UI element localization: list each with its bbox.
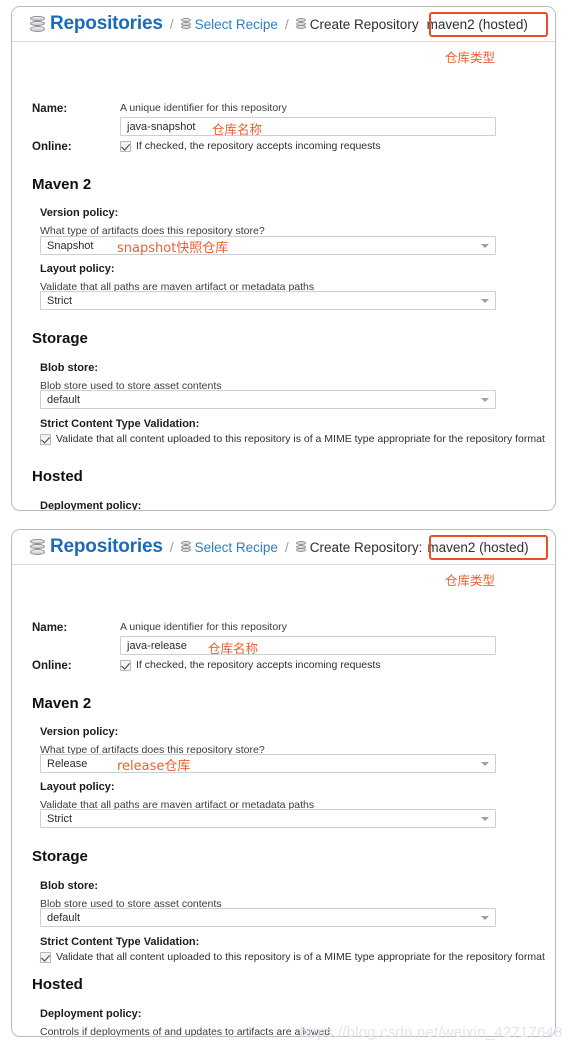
version-policy-select[interactable]: Release — [40, 754, 496, 773]
version-policy-label: Version policy: — [40, 726, 119, 738]
breadcrumb-select-recipe[interactable]: Select Recipe — [180, 539, 278, 555]
blob-store-label: Blob store: — [40, 880, 99, 892]
online-checkbox[interactable] — [120, 140, 131, 152]
strict-content-label: Strict Content Type Validation: — [40, 418, 200, 430]
layout-policy-select[interactable]: Strict — [40, 291, 496, 310]
breadcrumb-create-repository: Create Repository: — [295, 539, 423, 555]
name-input-value: java-snapshot — [127, 121, 196, 133]
chevron-down-icon — [481, 298, 489, 303]
strict-content-checkbox-row[interactable]: Validate that all content uploaded to th… — [40, 433, 545, 445]
chevron-down-icon — [481, 243, 489, 248]
annotation-repo-type: 仓库类型 — [445, 573, 496, 588]
name-hint: A unique identifier for this repository — [120, 102, 287, 114]
repository-type-highlight-box — [429, 12, 548, 37]
section-storage: Storage — [32, 848, 88, 865]
online-checkbox-label: If checked, the repository accepts incom… — [136, 659, 381, 671]
annotation-version-policy: release仓库 — [117, 759, 191, 774]
breadcrumb-separator-2: / — [284, 16, 289, 32]
section-hosted: Hosted — [32, 468, 83, 485]
chevron-down-icon — [481, 397, 489, 402]
version-policy-value: Snapshot — [47, 240, 94, 252]
blob-store-label: Blob store: — [40, 362, 99, 374]
breadcrumb-create-repository: Create Repository — [295, 16, 419, 32]
blob-store-value: default — [47, 394, 81, 406]
breadcrumb-separator-2: / — [284, 539, 289, 555]
chevron-down-icon — [481, 816, 489, 821]
strict-content-checkbox-label: Validate that all content uploaded to th… — [56, 433, 545, 445]
database-icon — [30, 15, 45, 33]
section-maven2: Maven 2 — [32, 695, 92, 712]
annotation-version-policy: snapshot快照仓库 — [117, 241, 229, 256]
deployment-policy-label: Deployment policy: — [40, 500, 142, 511]
breadcrumb-root-label: Repositories — [50, 13, 163, 34]
name-input[interactable]: java-snapshot — [120, 117, 496, 136]
create-repository-panel-snapshot: Repositories / Select Recipe / Create Re… — [11, 6, 556, 511]
version-policy-value: Release — [47, 758, 88, 770]
layout-policy-select[interactable]: Strict — [40, 809, 496, 828]
name-label: Name: — [32, 103, 68, 115]
breadcrumb-root[interactable]: Repositories — [30, 536, 163, 558]
layout-policy-value: Strict — [47, 295, 73, 307]
section-hosted: Hosted — [32, 976, 83, 993]
chevron-down-icon — [481, 915, 489, 920]
breadcrumb-create-repository-label: Create Repository: — [309, 539, 423, 555]
layout-policy-label: Layout policy: — [40, 263, 115, 275]
breadcrumb-select-recipe[interactable]: Select Recipe — [180, 16, 278, 32]
version-policy-label: Version policy: — [40, 207, 119, 219]
strict-content-checkbox-row[interactable]: Validate that all content uploaded to th… — [40, 951, 545, 963]
strict-content-checkbox[interactable] — [40, 433, 51, 445]
blob-store-select[interactable]: default — [40, 908, 496, 927]
breadcrumb-separator-1: / — [169, 539, 174, 555]
blob-store-value: default — [47, 912, 81, 924]
strict-content-label: Strict Content Type Validation: — [40, 936, 200, 948]
online-label: Online: — [32, 141, 72, 153]
layout-policy-value: Strict — [47, 813, 73, 825]
annotation-repo-name: 仓库名称 — [212, 122, 263, 137]
watermark: https://blog.csdn.net/weixin_42717648 — [300, 1024, 563, 1041]
name-label: Name: — [32, 622, 68, 634]
database-icon — [180, 18, 191, 30]
breadcrumb-root-label: Repositories — [50, 536, 163, 557]
deployment-policy-label: Deployment policy: — [40, 1008, 142, 1020]
online-checkbox[interactable] — [120, 659, 131, 671]
section-maven2: Maven 2 — [32, 176, 92, 193]
strict-content-checkbox-label: Validate that all content uploaded to th… — [56, 951, 545, 963]
online-checkbox-row[interactable]: If checked, the repository accepts incom… — [120, 140, 381, 152]
strict-content-checkbox[interactable] — [40, 951, 51, 963]
online-checkbox-row[interactable]: If checked, the repository accepts incom… — [120, 659, 381, 671]
breadcrumb-select-recipe-label: Select Recipe — [194, 539, 278, 555]
database-icon — [295, 18, 306, 30]
version-policy-select[interactable]: Snapshot — [40, 236, 496, 255]
name-hint: A unique identifier for this repository — [120, 621, 287, 633]
breadcrumb-create-repository-label: Create Repository — [309, 16, 419, 32]
section-storage: Storage — [32, 330, 88, 347]
name-input-value: java-release — [127, 640, 187, 652]
blob-store-select[interactable]: default — [40, 390, 496, 409]
breadcrumb-separator-1: / — [169, 16, 174, 32]
database-icon — [295, 541, 306, 553]
online-checkbox-label: If checked, the repository accepts incom… — [136, 140, 381, 152]
breadcrumb-select-recipe-label: Select Recipe — [194, 16, 278, 32]
layout-policy-label: Layout policy: — [40, 781, 115, 793]
online-label: Online: — [32, 660, 72, 672]
annotation-repo-type: 仓库类型 — [445, 50, 496, 65]
database-icon — [30, 538, 45, 556]
repository-type-highlight-box — [429, 535, 548, 560]
annotation-repo-name: 仓库名称 — [208, 641, 259, 656]
database-icon — [180, 541, 191, 553]
breadcrumb-root[interactable]: Repositories — [30, 13, 163, 35]
create-repository-panel-release: Repositories / Select Recipe / Create Re… — [11, 529, 556, 1037]
name-input[interactable]: java-release — [120, 636, 496, 655]
chevron-down-icon — [481, 761, 489, 766]
